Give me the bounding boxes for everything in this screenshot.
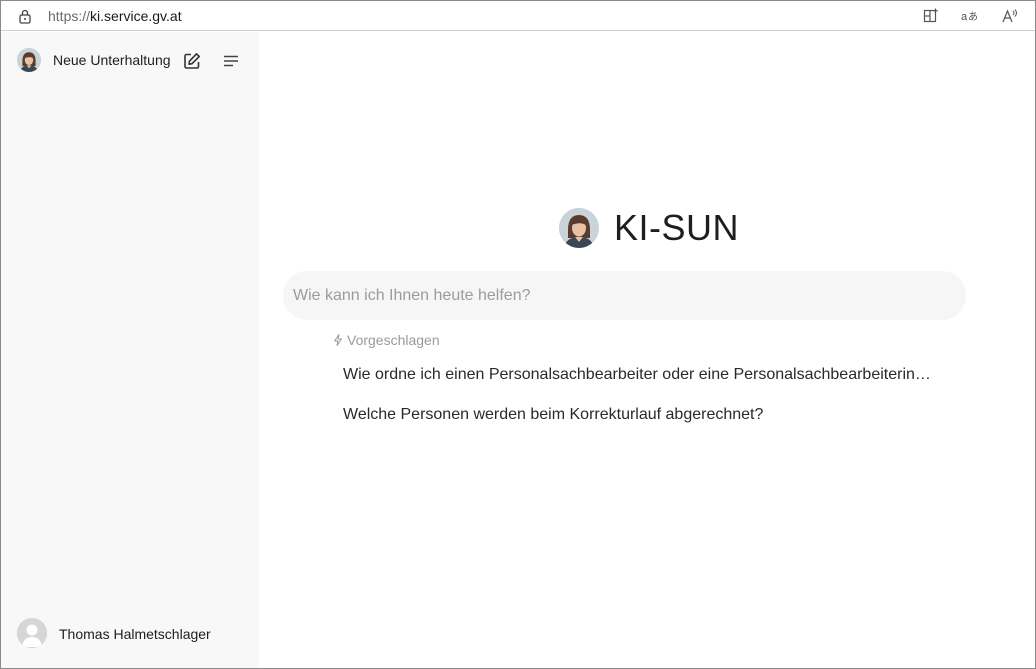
lock-icon[interactable] [17,8,33,24]
url-host: ki.service.gv.at [90,8,182,24]
assistant-avatar [17,48,41,72]
menu-icon[interactable] [220,50,242,72]
address-bar[interactable]: https://ki.service.gv.at a あ [1,1,1035,31]
sidebar-header: Neue Unterhaltung [17,48,247,74]
suggested-header: Vorgeschlagen [333,332,440,348]
assistant-avatar-large [559,208,599,248]
svg-text:あ: あ [968,11,978,23]
brand-header: KI-SUN [559,207,739,249]
read-aloud-icon[interactable] [1002,7,1020,25]
suggestion-item[interactable]: Wie ordne ich einen Personalsachbearbeit… [343,366,931,384]
url-protocol: https:// [48,8,91,24]
suggestion-item[interactable]: Welche Personen werden beim Korrekturlau… [343,406,763,424]
user-profile[interactable]: Thomas Halmetschlager [17,618,247,650]
lightning-icon [334,334,342,346]
brand-title: KI-SUN [614,207,740,248]
user-name: Thomas Halmetschlager [59,626,211,642]
new-chat-icon[interactable] [181,50,203,72]
browser-window: https://ki.service.gv.at a あ Neue Unterh… [0,0,1036,669]
translate-icon[interactable]: a あ [961,7,979,25]
new-conversation-label[interactable]: Neue Unterhaltung [53,52,171,68]
sidebar: Neue Unterhaltung Thomas Halmetschlager [1,32,259,668]
split-screen-icon[interactable] [922,7,940,25]
user-avatar-icon [17,618,47,648]
svg-text:a: a [961,11,968,23]
main-area: KI-SUN Vorgeschlagen Wie ordne ich einen… [259,32,1035,668]
prompt-input[interactable] [283,271,966,320]
url-text[interactable]: https://ki.service.gv.at [48,8,182,24]
suggested-label: Vorgeschlagen [347,332,440,348]
